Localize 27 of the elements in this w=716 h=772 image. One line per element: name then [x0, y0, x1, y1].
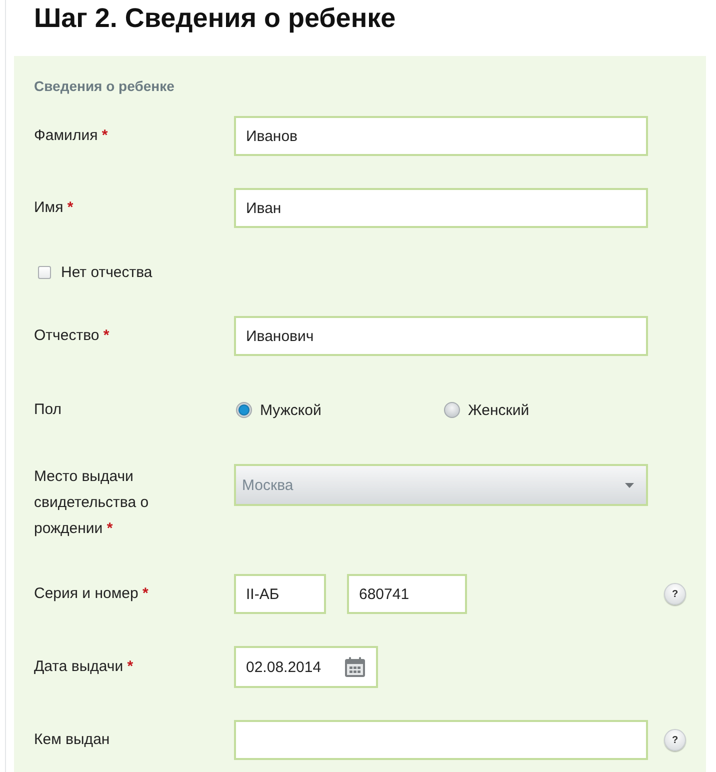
radio-button[interactable]	[236, 402, 252, 418]
checkbox[interactable]	[38, 266, 51, 278]
date-field[interactable]: 02.08.2014	[234, 646, 378, 688]
field-label: Пол	[34, 400, 62, 420]
page-title: Шаг 2. Сведения о ребенке	[34, 3, 396, 33]
field-label: Серия и номер *	[34, 584, 148, 604]
text-field[interactable]	[234, 720, 648, 760]
field-label: Дата выдачи *	[34, 657, 134, 677]
radio-label[interactable]: Женский	[468, 402, 530, 418]
caret-icon	[625, 482, 634, 488]
calendar-icon[interactable]	[344, 656, 366, 678]
radio-button[interactable]	[444, 402, 460, 418]
help-button[interactable]: ?	[664, 729, 686, 751]
text-field[interactable]: Иванов	[234, 116, 648, 156]
field-label: Кем выдан	[34, 730, 110, 750]
field-label: Место выдачи свидетельства о рождении *	[34, 467, 150, 539]
help-button[interactable]: ?	[664, 583, 686, 605]
radio-label[interactable]: Мужской	[260, 402, 322, 418]
text-field[interactable]: Иван	[234, 188, 648, 228]
text-field[interactable]: Иванович	[234, 316, 648, 356]
field-label: Имя *	[34, 198, 74, 218]
checkbox-label[interactable]: Нет отчества	[61, 264, 152, 280]
series-field[interactable]: II-АБ	[234, 574, 326, 614]
number-field[interactable]: 680741	[347, 574, 467, 614]
field-label: Фамилия *	[34, 126, 108, 146]
field-label: Отчество *	[34, 326, 110, 346]
section-title: Сведения о ребенке	[34, 77, 174, 96]
